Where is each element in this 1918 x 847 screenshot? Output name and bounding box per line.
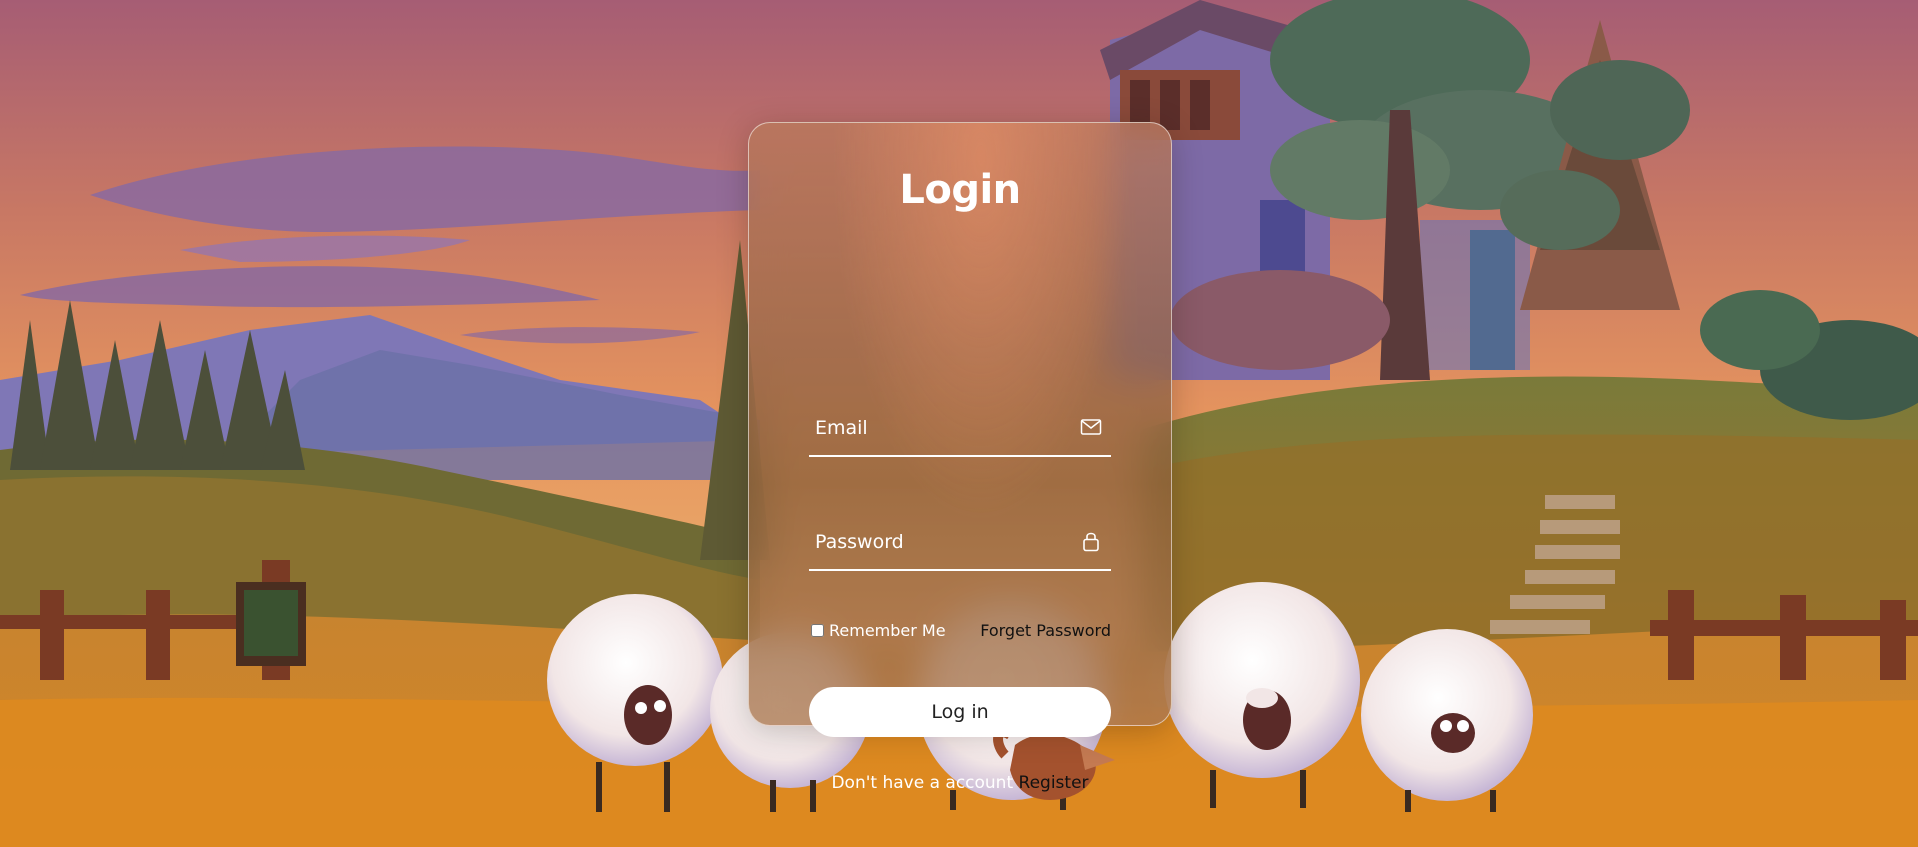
envelope-icon [1080,419,1102,435]
login-card: Login Remember Me Forget Password Log in… [748,122,1172,793]
login-button[interactable]: Log in [809,687,1111,737]
email-input[interactable] [815,411,1065,445]
email-field [809,397,1111,457]
login-options-row: Remember Me Forget Password [809,619,1111,643]
password-field [809,511,1111,571]
forget-password-link[interactable]: Forget Password [980,621,1111,640]
register-prompt: Don't have a account Register [749,773,1171,793]
remember-me-checkbox[interactable] [811,624,824,637]
login-title: Login [899,167,1021,213]
lock-icon [1083,532,1099,552]
password-input[interactable] [815,525,1065,559]
remember-me[interactable]: Remember Me [809,621,946,640]
register-prompt-text: Don't have a account [831,773,1014,793]
register-link[interactable]: Register [1019,773,1089,793]
remember-me-label: Remember Me [829,621,946,640]
